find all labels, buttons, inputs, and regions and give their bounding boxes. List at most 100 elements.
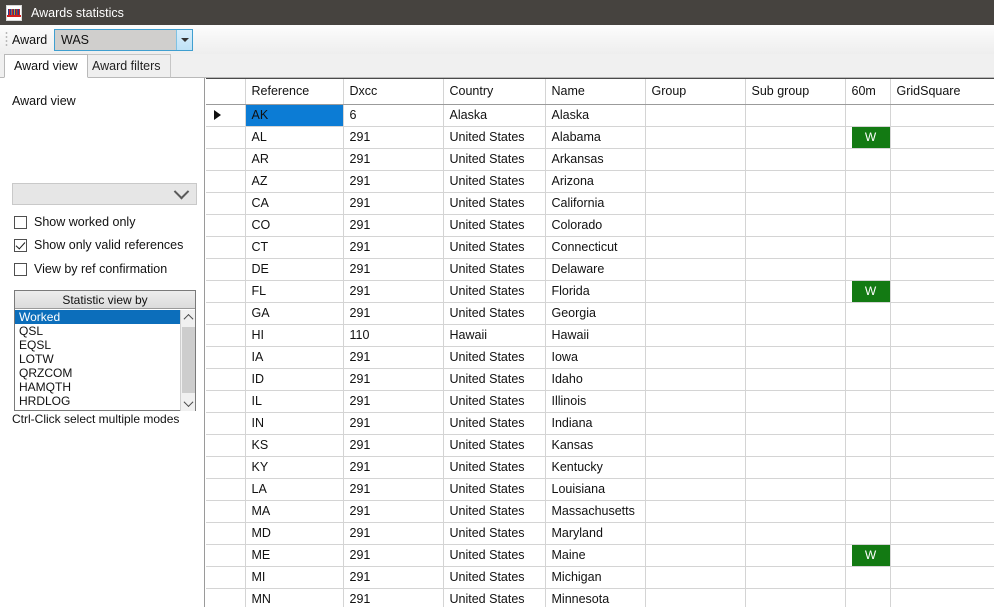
cell-group[interactable] <box>645 280 746 303</box>
cell-group[interactable] <box>645 258 746 281</box>
cell-60m[interactable] <box>845 478 891 501</box>
cell-dxcc[interactable]: 291 <box>343 544 444 567</box>
cell-dxcc[interactable]: 291 <box>343 390 444 413</box>
award-select-dropdown-button[interactable] <box>176 30 192 50</box>
row-selector-cell[interactable] <box>206 434 246 457</box>
cell-country[interactable]: United States <box>443 170 546 193</box>
cell-name[interactable]: Indiana <box>545 412 646 435</box>
cell-group[interactable] <box>645 368 746 391</box>
table-row[interactable]: KS 291 United States Kansas <box>206 434 994 457</box>
table-row[interactable]: DE 291 United States Delaware <box>206 258 994 281</box>
row-selector-cell[interactable] <box>206 324 246 347</box>
cell-name[interactable]: California <box>545 192 646 215</box>
cell-sub-group[interactable] <box>745 544 846 567</box>
table-row[interactable]: MN 291 United States Minnesota <box>206 588 994 607</box>
cell-gridsquare[interactable] <box>890 192 994 215</box>
cell-dxcc[interactable]: 291 <box>343 434 444 457</box>
cell-dxcc[interactable]: 291 <box>343 412 444 435</box>
cell-group[interactable] <box>645 302 746 325</box>
cell-reference[interactable]: ID <box>245 368 344 391</box>
cell-sub-group[interactable] <box>745 456 846 479</box>
column-header-sub-group[interactable]: Sub group <box>745 79 846 105</box>
cell-name[interactable]: Idaho <box>545 368 646 391</box>
cell-sub-group[interactable] <box>745 148 846 171</box>
cell-dxcc[interactable]: 291 <box>343 258 444 281</box>
cell-60m[interactable] <box>845 456 891 479</box>
cell-name[interactable]: Kentucky <box>545 456 646 479</box>
cell-60m[interactable] <box>845 522 891 545</box>
cell-group[interactable] <box>645 192 746 215</box>
cell-name[interactable]: Arkansas <box>545 148 646 171</box>
row-selector-cell[interactable] <box>206 302 246 325</box>
table-row[interactable]: FL 291 United States Florida W <box>206 280 994 303</box>
cell-60m[interactable] <box>845 412 891 435</box>
cell-reference[interactable]: LA <box>245 478 344 501</box>
cell-reference[interactable]: MN <box>245 588 344 607</box>
row-selector-cell[interactable] <box>206 170 246 193</box>
cell-name[interactable]: Alaska <box>545 104 646 127</box>
checkbox-view-by-ref-confirmation[interactable]: View by ref confirmation <box>14 262 167 276</box>
cell-60m[interactable] <box>845 500 891 523</box>
cell-reference[interactable]: HI <box>245 324 344 347</box>
cell-reference[interactable]: AZ <box>245 170 344 193</box>
cell-country[interactable]: United States <box>443 280 546 303</box>
tab-award-view[interactable]: Award view <box>4 54 88 78</box>
cell-group[interactable] <box>645 456 746 479</box>
cell-name[interactable]: Alabama <box>545 126 646 149</box>
cell-gridsquare[interactable] <box>890 390 994 413</box>
cell-dxcc[interactable]: 291 <box>343 148 444 171</box>
cell-group[interactable] <box>645 500 746 523</box>
table-row[interactable]: MI 291 United States Michigan <box>206 566 994 589</box>
cell-group[interactable] <box>645 390 746 413</box>
cell-dxcc[interactable]: 291 <box>343 566 444 589</box>
cell-group[interactable] <box>645 170 746 193</box>
cell-group[interactable] <box>645 412 746 435</box>
table-row[interactable]: LA 291 United States Louisiana <box>206 478 994 501</box>
cell-name[interactable]: Georgia <box>545 302 646 325</box>
column-header-name[interactable]: Name <box>545 79 646 105</box>
cell-name[interactable]: Michigan <box>545 566 646 589</box>
cell-sub-group[interactable] <box>745 214 846 237</box>
list-item[interactable]: LOTW <box>15 352 181 366</box>
cell-country[interactable]: United States <box>443 478 546 501</box>
cell-gridsquare[interactable] <box>890 346 994 369</box>
cell-gridsquare[interactable] <box>890 412 994 435</box>
cell-60m[interactable] <box>845 390 891 413</box>
cell-country[interactable]: United States <box>443 214 546 237</box>
cell-country[interactable]: United States <box>443 412 546 435</box>
list-item[interactable]: QRZCOM <box>15 366 181 380</box>
cell-60m[interactable]: W <box>845 544 891 567</box>
row-selector-cell[interactable] <box>206 412 246 435</box>
cell-group[interactable] <box>645 522 746 545</box>
cell-sub-group[interactable] <box>745 236 846 259</box>
row-selector-cell[interactable] <box>206 544 246 567</box>
cell-dxcc[interactable]: 291 <box>343 236 444 259</box>
cell-reference[interactable]: CA <box>245 192 344 215</box>
cell-60m[interactable] <box>845 588 891 607</box>
cell-name[interactable]: Florida <box>545 280 646 303</box>
cell-60m[interactable] <box>845 192 891 215</box>
row-selector-cell[interactable] <box>206 500 246 523</box>
row-selector-cell[interactable] <box>206 236 246 259</box>
cell-dxcc[interactable]: 291 <box>343 588 444 607</box>
row-selector-cell[interactable] <box>206 214 246 237</box>
column-header-60m[interactable]: 60m <box>845 79 891 105</box>
cell-country[interactable]: United States <box>443 236 546 259</box>
cell-country[interactable]: United States <box>443 456 546 479</box>
cell-gridsquare[interactable] <box>890 368 994 391</box>
cell-sub-group[interactable] <box>745 346 846 369</box>
cell-reference[interactable]: MI <box>245 566 344 589</box>
table-row[interactable]: IN 291 United States Indiana <box>206 412 994 435</box>
cell-60m[interactable] <box>845 302 891 325</box>
cell-group[interactable] <box>645 478 746 501</box>
row-selector-cell[interactable] <box>206 346 246 369</box>
award-view-select[interactable] <box>12 183 197 205</box>
cell-country[interactable]: United States <box>443 566 546 589</box>
cell-sub-group[interactable] <box>745 412 846 435</box>
cell-reference[interactable]: IN <box>245 412 344 435</box>
cell-name[interactable]: Arizona <box>545 170 646 193</box>
cell-reference[interactable]: MD <box>245 522 344 545</box>
cell-reference[interactable]: IL <box>245 390 344 413</box>
cell-sub-group[interactable] <box>745 522 846 545</box>
row-selector-cell[interactable] <box>206 456 246 479</box>
